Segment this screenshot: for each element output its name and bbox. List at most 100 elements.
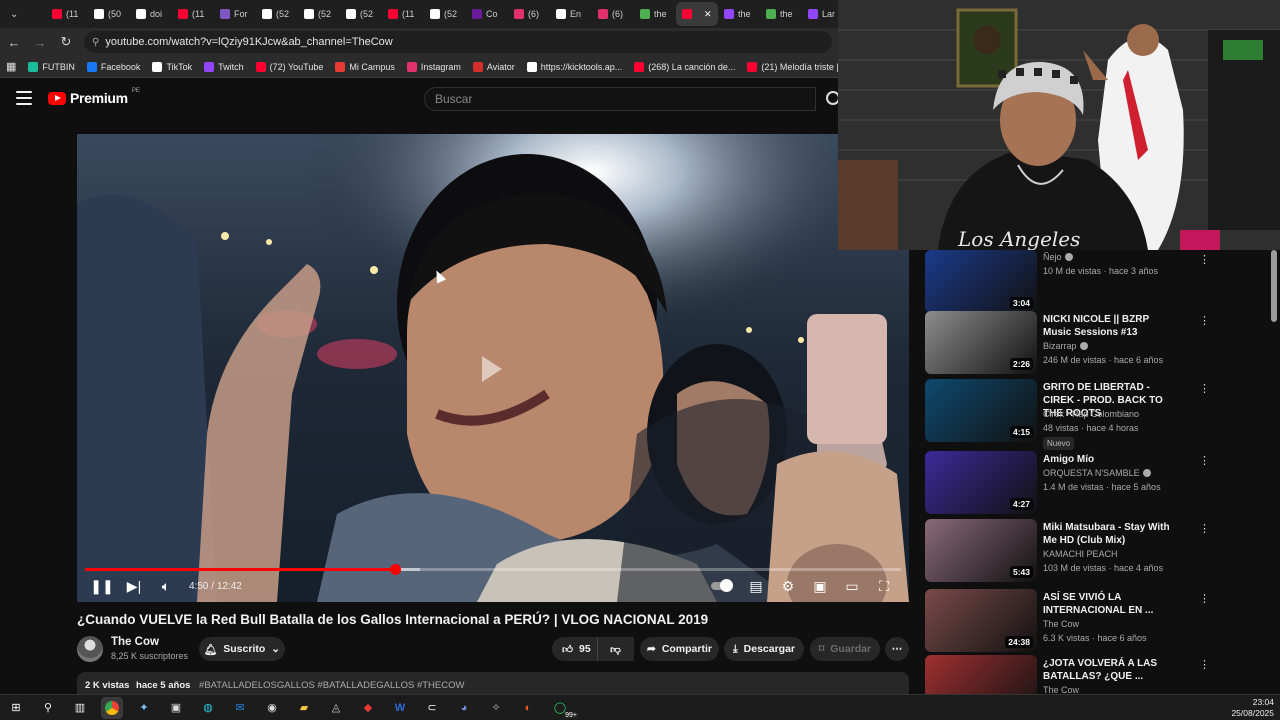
video-thumbnail[interactable]: 5:43 xyxy=(925,519,1037,582)
recommended-video[interactable]: ¿JOTA VOLVERÁ A LAS BATALLAS? ¿QUE ... Th… xyxy=(925,655,1265,694)
browser-tab[interactable]: (11 xyxy=(382,2,424,26)
browser-tab[interactable]: (52 xyxy=(424,2,466,26)
video-thumbnail[interactable]: 4:15 xyxy=(925,379,1037,442)
app2-icon[interactable]: ✧ xyxy=(485,697,507,719)
dislike-button[interactable]: 👎︎ xyxy=(597,637,633,661)
game-icon[interactable]: ◐ xyxy=(517,697,539,719)
browser-tab[interactable]: (11 xyxy=(46,2,88,26)
bookmark-item[interactable]: (72) YouTube xyxy=(255,61,323,72)
bookmark-item[interactable]: Aviator xyxy=(472,61,515,72)
browser-tab[interactable]: (6) xyxy=(508,2,550,26)
recommended-video[interactable]: 3:04 Ñejo 10 M de vistas · hace 3 años ⋮ xyxy=(925,250,1265,314)
subscribed-button[interactable]: 🔔︎ Suscrito ⌄ xyxy=(199,637,285,661)
channel-name[interactable]: The Cow xyxy=(1043,619,1079,629)
video-thumbnail[interactable]: 24:38 xyxy=(925,589,1037,652)
bookmark-item[interactable]: (21) Melodía triste |... xyxy=(747,61,838,72)
word-icon[interactable]: W xyxy=(389,697,411,719)
hashtags[interactable]: #BATALLADELOSGALLOS #BATALLADEGALLOS #TH… xyxy=(199,680,464,691)
more-actions-button[interactable]: ⋯ xyxy=(885,637,909,661)
save-button[interactable]: ⌑ Guardar xyxy=(810,637,880,661)
bookmark-item[interactable]: https://kicktools.ap... xyxy=(526,61,622,72)
channel-name[interactable]: The Cow xyxy=(111,636,159,648)
next-icon[interactable]: ▶| xyxy=(125,578,143,594)
search-input[interactable]: Buscar xyxy=(424,87,816,111)
taskbar-search-icon[interactable]: ⚲ xyxy=(37,697,59,719)
video-title[interactable]: ¿JOTA VOLVERÁ A LAS BATALLAS? ¿QUE ... xyxy=(1043,657,1173,683)
video-title[interactable]: ASÍ SE VIVIÓ LA INTERNACIONAL EN ... xyxy=(1043,591,1173,617)
browser-tab[interactable]: (52 xyxy=(340,2,382,26)
video-thumbnail[interactable]: 2:26 xyxy=(925,311,1037,374)
settings-gear-icon[interactable]: ⚙ xyxy=(779,578,797,594)
task-view-icon[interactable]: ▥ xyxy=(69,697,91,719)
channel-name[interactable]: The Cow xyxy=(1043,685,1079,694)
video-title[interactable]: Amigo Mío xyxy=(1043,453,1173,466)
discord-icon[interactable]: ◕ xyxy=(453,697,475,719)
sidebar-scrollbar[interactable] xyxy=(1271,250,1277,322)
theater-mode-icon[interactable]: ▭ xyxy=(843,578,861,594)
bookmark-item[interactable]: Facebook xyxy=(86,61,140,72)
more-vertical-icon[interactable]: ⋮ xyxy=(1199,455,1210,467)
channel-name[interactable]: Cirek - Rap Colombiano xyxy=(1043,409,1139,419)
channel-name[interactable]: Ñejo xyxy=(1043,252,1073,262)
back-arrow-icon[interactable]: ← xyxy=(6,34,22,50)
reload-icon[interactable]: ↻ xyxy=(58,34,74,50)
progress-scrubber-handle[interactable] xyxy=(390,564,402,575)
browser-tab[interactable]: (11 xyxy=(172,2,214,26)
system-clock[interactable]: 23:04 25/08/2025 xyxy=(1231,697,1274,719)
fullscreen-icon[interactable]: ⛶ xyxy=(875,578,893,594)
whatsapp-icon[interactable]: ◯ 99+ xyxy=(549,697,579,719)
subtitles-icon[interactable]: ▤ xyxy=(747,578,765,594)
pause-icon[interactable]: ❚❚ xyxy=(90,578,113,594)
video-thumbnail[interactable]: 4:27 xyxy=(925,451,1037,514)
store-icon[interactable]: ▣ xyxy=(165,697,187,719)
more-vertical-icon[interactable]: ⋮ xyxy=(1199,593,1210,605)
obs-icon[interactable]: ◉ xyxy=(261,697,283,719)
browser-tab[interactable]: (50 xyxy=(88,2,130,26)
browser-tab[interactable]: (52 xyxy=(256,2,298,26)
bookmark-item[interactable]: Twitch xyxy=(204,61,244,72)
close-icon[interactable]: ✕ xyxy=(704,9,712,20)
progress-bar[interactable] xyxy=(85,564,901,575)
capcut-icon[interactable]: ⊂ xyxy=(421,697,443,719)
windows-start-icon[interactable]: ⊞ xyxy=(5,697,27,719)
browser-tab[interactable]: En xyxy=(550,2,592,26)
address-bar[interactable]: ⚲ youtube.com/watch?v=lQziy91KJcw&ab_cha… xyxy=(84,31,832,53)
app-icon[interactable]: ◬ xyxy=(325,697,347,719)
volume-icon[interactable]: 🔈︎ xyxy=(157,578,175,594)
more-vertical-icon[interactable]: ⋮ xyxy=(1199,659,1210,671)
bookmark-item[interactable]: (268) La canción de... xyxy=(634,61,735,72)
bookmark-item[interactable]: TikTok xyxy=(152,61,192,72)
edge-icon[interactable]: ◍ xyxy=(197,697,219,719)
chrome-icon[interactable] xyxy=(101,696,123,719)
more-vertical-icon[interactable]: ⋮ xyxy=(1199,254,1210,266)
browser-tab[interactable]: (52 xyxy=(298,2,340,26)
bookmark-item[interactable]: Instagram xyxy=(406,61,461,72)
more-vertical-icon[interactable]: ⋮ xyxy=(1199,383,1210,395)
recommended-video[interactable]: 2:26 NICKI NICOLE || BZRP Music Sessions … xyxy=(925,311,1265,375)
miniplayer-icon[interactable]: ▣ xyxy=(811,578,829,594)
recommended-video[interactable]: 4:27 Amigo Mío ORQUESTA N'SAMBLE 1.4 M de v… xyxy=(925,451,1265,515)
copilot-icon[interactable]: ✦ xyxy=(133,697,155,719)
browser-tab[interactable]: the xyxy=(634,2,676,26)
recommended-video[interactable]: 4:15 GRITO DE LIBERTAD - CIREK - PROD. BA… xyxy=(925,379,1265,450)
more-vertical-icon[interactable]: ⋮ xyxy=(1199,315,1210,327)
video-title[interactable]: NICKI NICOLE || BZRP Music Sessions #13 xyxy=(1043,313,1173,339)
video-thumbnail[interactable] xyxy=(925,655,1037,694)
file-explorer-icon[interactable]: ▰ xyxy=(293,697,315,719)
forward-arrow-icon[interactable]: → xyxy=(32,34,48,50)
browser-tab[interactable]: Co xyxy=(466,2,508,26)
channel-name[interactable]: KAMACHI PEACH xyxy=(1043,549,1118,559)
video-thumbnail[interactable]: 3:04 xyxy=(925,250,1037,313)
recommended-video[interactable]: 5:43 Miki Matsubara - Stay With Me HD (Cl… xyxy=(925,519,1265,583)
youtube-premium-logo[interactable]: Premium PE xyxy=(48,88,140,106)
browser-tab[interactable]: For xyxy=(214,2,256,26)
red-app-icon[interactable]: ◆ xyxy=(357,697,379,719)
tab-search-button[interactable]: ⌄ xyxy=(4,2,46,26)
download-button[interactable]: ⤓ Descargar xyxy=(724,637,804,661)
browser-tab[interactable]: the xyxy=(718,2,760,26)
apps-grid-icon[interactable]: ▦ xyxy=(6,60,16,73)
channel-name[interactable]: ORQUESTA N'SAMBLE xyxy=(1043,468,1151,478)
browser-tab[interactable]: Lar xyxy=(802,2,838,26)
share-button[interactable]: ➦ Compartir xyxy=(640,637,719,661)
outlook-icon[interactable]: ✉ xyxy=(229,697,251,719)
